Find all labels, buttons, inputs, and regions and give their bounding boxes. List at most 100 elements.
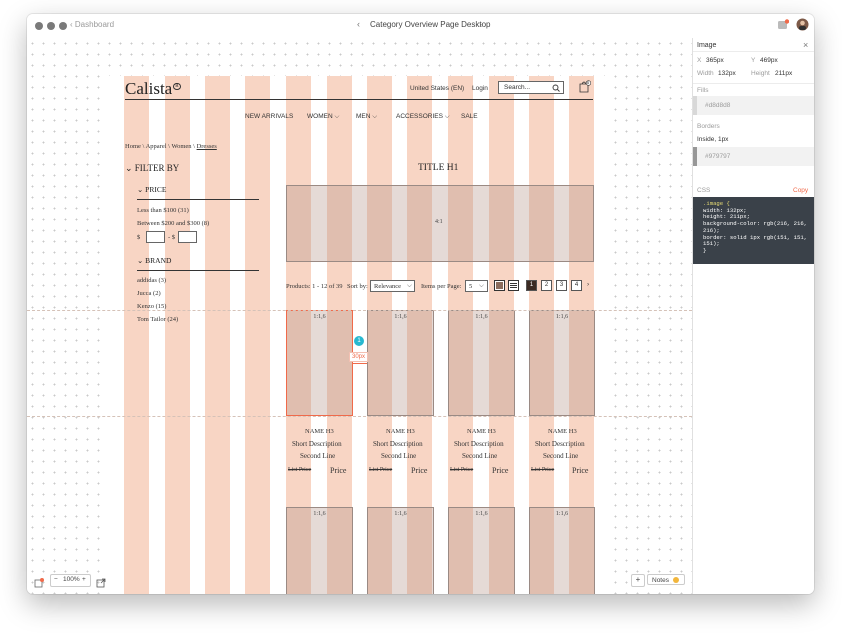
inspector-title: Image	[697, 42, 717, 49]
guide-line	[27, 416, 692, 417]
site-search-input[interactable]: Search...	[498, 81, 564, 94]
nav-accessories[interactable]: ACCESSORIES ⌵	[396, 113, 450, 121]
breadcrumb-path[interactable]: Home \ Apparel \ Women \	[125, 143, 197, 150]
border-row[interactable]: #979797	[693, 147, 814, 166]
user-avatar[interactable]	[796, 18, 809, 36]
search-icon	[552, 84, 560, 92]
nav-sale[interactable]: SALE	[461, 113, 478, 120]
product-image-placeholder[interactable]: 1:1,6	[448, 507, 515, 594]
notes-button[interactable]: Notes	[647, 574, 685, 585]
minimize-window-button[interactable]	[47, 22, 55, 30]
region-selector[interactable]: United States (EN)	[410, 85, 464, 92]
product-image-placeholder[interactable]: 1:1,6	[367, 310, 434, 416]
brand-option[interactable]: Tom Tailor (24)	[137, 316, 178, 323]
add-button[interactable]: +	[631, 574, 645, 587]
price-filter-toggle[interactable]: ⌄ PRICE	[137, 185, 166, 194]
breadcrumb-current[interactable]: Dresses	[197, 143, 217, 150]
product-image-placeholder[interactable]: 1:1,6	[286, 310, 353, 416]
x-value[interactable]: 365px	[706, 57, 724, 64]
product-name[interactable]: NAME H3	[467, 428, 496, 435]
product-desc-2: Second Line	[381, 452, 417, 460]
product-image-placeholder[interactable]: 1:1,6	[367, 507, 434, 594]
filter-by-toggle[interactable]: ⌄ FILTER BY	[125, 163, 179, 174]
fill-row[interactable]: #d8d8d8	[693, 96, 814, 115]
width-value[interactable]: 132px	[718, 70, 736, 77]
list-view-icon[interactable]	[508, 280, 519, 291]
zoom-in-button[interactable]: +	[82, 576, 86, 583]
panel-divider	[693, 83, 814, 84]
zoom-out-button[interactable]: −	[54, 576, 58, 583]
back-to-dashboard-link[interactable]: ‹ Dashboard	[70, 20, 114, 29]
export-icon[interactable]	[96, 575, 106, 593]
height-value[interactable]: 211px	[775, 70, 792, 77]
chevron-down-icon: ⌵	[372, 113, 378, 120]
css-line: 151);	[703, 240, 720, 248]
per-page-select[interactable]: 5 ⌵	[465, 280, 488, 292]
nav-new-arrivals[interactable]: NEW ARRIVALS	[245, 113, 293, 120]
list-price: List Price	[288, 467, 312, 473]
zoom-value: 100%	[63, 576, 80, 583]
brand-option[interactable]: addidas (3)	[137, 277, 166, 284]
next-screen-icon[interactable]: ›	[479, 19, 482, 29]
guide-line	[27, 310, 692, 311]
price-divider	[137, 199, 259, 200]
login-link[interactable]: Login	[472, 85, 488, 92]
price-option[interactable]: Between $200 and $300 (8)	[137, 220, 209, 227]
screen-title: Category Overview Page Desktop	[370, 20, 491, 29]
image-ratio: 1:1,6	[475, 511, 488, 517]
nav-men[interactable]: MEN ⌵	[356, 113, 377, 121]
price-option[interactable]: Less than $100 (31)	[137, 207, 189, 214]
product-desc: Short Description	[292, 440, 342, 448]
image-ratio: 1:1,6	[555, 314, 569, 320]
page-title: TITLE H1	[418, 163, 459, 173]
site-logo[interactable]: Calista R	[125, 79, 181, 99]
layers-icon[interactable]	[34, 575, 44, 593]
per-page-value: 5	[469, 283, 473, 290]
design-canvas[interactable]: Calista R United States (EN) Login Search…	[27, 38, 692, 594]
chevron-down-icon: ⌄	[125, 163, 133, 173]
nav-women[interactable]: WOMEN ⌵	[307, 113, 339, 121]
page-button-4[interactable]: 4	[571, 280, 582, 291]
list-price: List Price	[369, 467, 393, 473]
borders-label: Borders	[697, 123, 720, 130]
product-image-placeholder[interactable]: 1:1,6	[529, 310, 595, 416]
cart-icon[interactable]: 0	[578, 80, 592, 98]
chevron-down-icon: ⌄	[137, 256, 144, 265]
chevron-down-icon: ⌵	[334, 113, 340, 120]
product-image-placeholder[interactable]: 1:1,6	[448, 310, 515, 416]
banner-ratio: 4:1	[435, 219, 443, 225]
product-image-placeholder[interactable]: 1:1,6	[286, 507, 353, 594]
css-code-block[interactable]: .image { width: 132px; height: 211px; ba…	[693, 197, 814, 264]
price-max-input[interactable]	[178, 231, 197, 243]
copy-css-button[interactable]: Copy	[793, 187, 808, 194]
border-swatch	[693, 147, 697, 166]
image-ratio: 1:1,6	[555, 511, 569, 517]
y-value[interactable]: 469px	[760, 57, 778, 64]
nav-women-label: WOMEN	[307, 113, 333, 120]
close-icon[interactable]: ×	[803, 40, 808, 50]
page-button-2[interactable]: 2	[541, 280, 552, 291]
emoji-icon	[672, 577, 679, 584]
brand-filter-toggle[interactable]: ⌄ BRAND	[137, 256, 171, 265]
close-window-button[interactable]	[35, 22, 43, 30]
brand-option[interactable]: Jucca (2)	[137, 290, 161, 297]
product-name[interactable]: NAME H3	[386, 428, 415, 435]
price-min-input[interactable]	[146, 231, 165, 243]
spacing-label: 30px	[349, 352, 369, 362]
product-desc: Short Description	[373, 440, 423, 448]
next-page-icon[interactable]: ›	[587, 281, 589, 288]
product-image-placeholder[interactable]: 1:1,6	[529, 507, 595, 594]
page-button-1[interactable]: 1	[526, 280, 537, 291]
zoom-window-button[interactable]	[59, 22, 67, 30]
prev-screen-icon[interactable]: ‹	[357, 19, 360, 29]
sort-select[interactable]: Relevance ⌵	[370, 280, 415, 292]
brand-option[interactable]: Kenzo (15)	[137, 303, 166, 310]
banner-placeholder[interactable]: 4:1	[286, 185, 594, 262]
sort-label: Sort by:	[347, 283, 368, 290]
product-name[interactable]: NAME H3	[305, 428, 334, 435]
page-button-3[interactable]: 3	[556, 280, 567, 291]
product-name[interactable]: NAME H3	[548, 428, 577, 435]
measure-marker[interactable]: 1	[354, 336, 364, 346]
notifications-icon[interactable]	[777, 18, 790, 36]
grid-view-icon[interactable]	[494, 280, 505, 291]
